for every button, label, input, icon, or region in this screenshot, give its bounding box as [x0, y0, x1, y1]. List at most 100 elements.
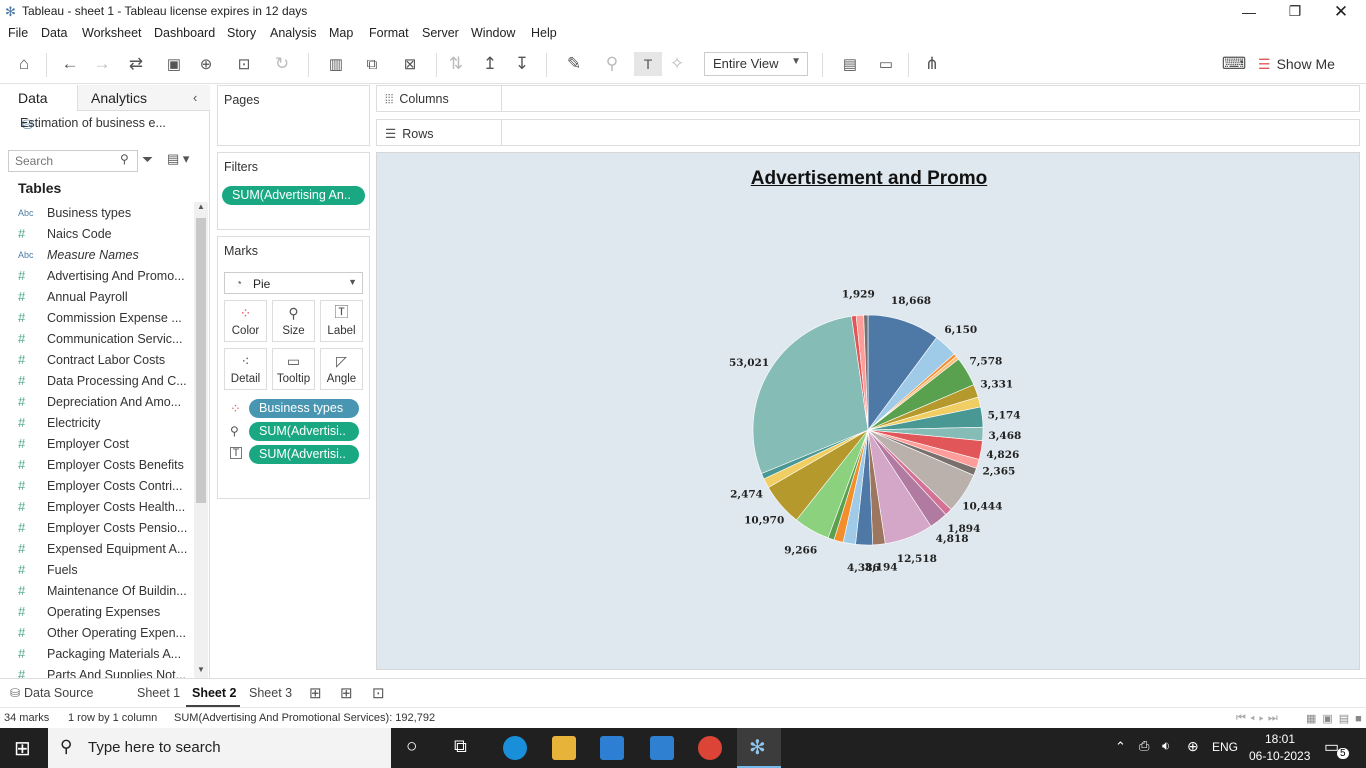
highlight-icon[interactable]: ✎: [556, 44, 592, 84]
home-icon[interactable]: ⌂: [8, 44, 40, 84]
network-icon[interactable]: ⎙: [1139, 738, 1149, 754]
tray-chevron-icon[interactable]: ⌃: [1115, 739, 1126, 755]
new-dashboard-icon[interactable]: ⊞: [340, 684, 353, 702]
restore-button[interactable]: ❐: [1272, 0, 1318, 23]
sort-descending-icon[interactable]: ↧: [510, 44, 534, 84]
field-item[interactable]: Abc Measure Names: [18, 244, 188, 265]
label-button[interactable]: 🅃 Label: [320, 300, 363, 342]
show-cards-icon[interactable]: ▤: [832, 44, 868, 84]
field-item[interactable]: # Employer Costs Health...: [18, 496, 188, 517]
size-measure-pill[interactable]: SUM(Advertisi..: [249, 422, 359, 441]
tab-sheet-2[interactable]: Sheet 2: [186, 679, 240, 708]
field-item[interactable]: # Electricity: [18, 412, 188, 433]
mark-type-select[interactable]: ◔ Pie ▼: [224, 272, 363, 294]
field-item[interactable]: # Advertising And Promo...: [18, 265, 188, 286]
pause-updates-icon[interactable]: ⊡: [224, 44, 264, 84]
edge-icon[interactable]: [503, 736, 527, 760]
file-explorer-icon[interactable]: [552, 736, 576, 760]
refresh-icon[interactable]: ↻: [264, 44, 300, 84]
color-button[interactable]: ⁘ Color: [224, 300, 267, 342]
show-labels-icon[interactable]: T: [634, 52, 662, 76]
worksheet-view[interactable]: Advertisement and Promo 18,668 6,150 7,578…: [376, 152, 1360, 670]
menu-map[interactable]: Map: [329, 23, 353, 40]
taskbar-search[interactable]: ⚲ Type here to search: [48, 728, 391, 768]
business-types-pill[interactable]: Business types: [249, 399, 359, 418]
menu-dashboard[interactable]: Dashboard: [154, 23, 215, 40]
field-item[interactable]: # Communication Servic...: [18, 328, 188, 349]
minimize-button[interactable]: —: [1226, 0, 1272, 23]
tableau-taskbar-button[interactable]: ✻: [737, 728, 781, 768]
fix-axes-icon[interactable]: ✧: [666, 44, 688, 84]
menu-worksheet[interactable]: Worksheet: [82, 23, 142, 40]
field-item[interactable]: # Contract Labor Costs: [18, 349, 188, 370]
sort-ascending-icon[interactable]: ↥: [478, 44, 502, 84]
field-item[interactable]: # Maintenance Of Buildin...: [18, 580, 188, 601]
field-item[interactable]: # Employer Cost: [18, 433, 188, 454]
scrollbar-thumb[interactable]: [196, 218, 206, 503]
field-item[interactable]: # Naics Code: [18, 223, 188, 244]
search-input[interactable]: [8, 150, 138, 172]
field-item[interactable]: # Operating Expenses: [18, 601, 188, 622]
field-item[interactable]: # Annual Payroll: [18, 286, 188, 307]
view-options-icon[interactable]: ▤ ▾: [167, 151, 189, 167]
task-view-icon[interactable]: ⧉: [454, 736, 467, 757]
menu-analysis[interactable]: Analysis: [270, 23, 317, 40]
volume-icon[interactable]: 🔉︎: [1162, 738, 1170, 754]
field-item[interactable]: # Fuels: [18, 559, 188, 580]
new-datasource-icon[interactable]: ⊕: [192, 44, 220, 84]
field-item[interactable]: # Other Operating Expen...: [18, 622, 188, 643]
menu-server[interactable]: Server: [422, 23, 459, 40]
clock-time[interactable]: 18:01: [1265, 732, 1295, 746]
detail-button[interactable]: ⁖ Detail: [224, 348, 267, 390]
menu-format[interactable]: Format: [369, 23, 409, 40]
size-button[interactable]: ⚲ Size: [272, 300, 315, 342]
field-item[interactable]: # Commission Expense ...: [18, 307, 188, 328]
tab-sheet-3[interactable]: Sheet 3: [243, 679, 297, 708]
save-icon[interactable]: ▣: [160, 44, 188, 84]
replay-icon[interactable]: ⇄: [118, 44, 154, 84]
field-item[interactable]: # Data Processing And C...: [18, 370, 188, 391]
windows-start-icon[interactable]: ⊞: [14, 736, 31, 761]
view-switch-icon[interactable]: ▦▣▤■: [1306, 712, 1366, 725]
language-indicator[interactable]: ENG: [1212, 740, 1238, 754]
tab-data-source[interactable]: Data Source: [24, 679, 93, 708]
format-painter-icon[interactable]: ⌨: [1220, 44, 1248, 84]
store-icon[interactable]: [600, 736, 624, 760]
label-measure-pill[interactable]: SUM(Advertisi..: [249, 445, 359, 464]
field-item[interactable]: # Employer Costs Benefits: [18, 454, 188, 475]
close-button[interactable]: ✕: [1318, 0, 1364, 23]
new-worksheet-icon[interactable]: ▥: [316, 44, 356, 84]
clear-sheet-icon[interactable]: ⊠: [390, 44, 430, 84]
mail-icon[interactable]: [650, 736, 674, 760]
scroll-down-icon[interactable]: ▼: [197, 665, 205, 674]
share-icon[interactable]: ⋔: [918, 44, 946, 84]
datasource-name[interactable]: Estimation of business e...: [20, 116, 166, 130]
scroll-up-icon[interactable]: ▲: [197, 202, 205, 211]
filter-icon[interactable]: ⏷: [142, 151, 153, 168]
field-item[interactable]: # Employer Costs Pensio...: [18, 517, 188, 538]
menu-file[interactable]: File: [8, 23, 28, 40]
menu-help[interactable]: Help: [531, 23, 557, 40]
field-item[interactable]: # Employer Costs Contri...: [18, 475, 188, 496]
collapse-pane-icon[interactable]: ‹: [193, 90, 197, 105]
pie-chart[interactable]: 18,668 6,150 7,578 3,331 5,174 3,468 4,826 2,36…: [377, 153, 1361, 671]
view-mode-select[interactable]: Entire View ▼: [704, 52, 808, 76]
field-item[interactable]: # Packaging Materials A...: [18, 643, 188, 664]
menu-data[interactable]: Data: [41, 23, 67, 40]
field-item[interactable]: # Expensed Equipment A...: [18, 538, 188, 559]
columns-shelf[interactable]: ⦙⦙⦙ Columns: [376, 85, 1360, 112]
show-me-button[interactable]: ☰ Show Me: [1258, 52, 1335, 76]
tooltip-button[interactable]: ▭ Tooltip: [272, 348, 315, 390]
duplicate-sheet-icon[interactable]: ⧉: [360, 44, 384, 84]
field-item[interactable]: # Depreciation And Amo...: [18, 391, 188, 412]
presentation-mode-icon[interactable]: ▭: [872, 44, 900, 84]
globe-icon[interactable]: ⊕: [1187, 738, 1199, 755]
group-icon[interactable]: ⚲: [594, 44, 630, 84]
new-story-icon[interactable]: ⊡: [372, 684, 385, 702]
rows-shelf[interactable]: ☰ Rows: [376, 119, 1360, 146]
tab-analytics[interactable]: Analytics: [77, 85, 210, 111]
chrome-icon[interactable]: [698, 736, 722, 760]
tab-sheet-1[interactable]: Sheet 1: [131, 679, 184, 708]
sheet-nav-icon[interactable]: ⏮◂▸⏭: [1236, 712, 1282, 725]
swap-icon[interactable]: ⇅: [444, 44, 468, 84]
